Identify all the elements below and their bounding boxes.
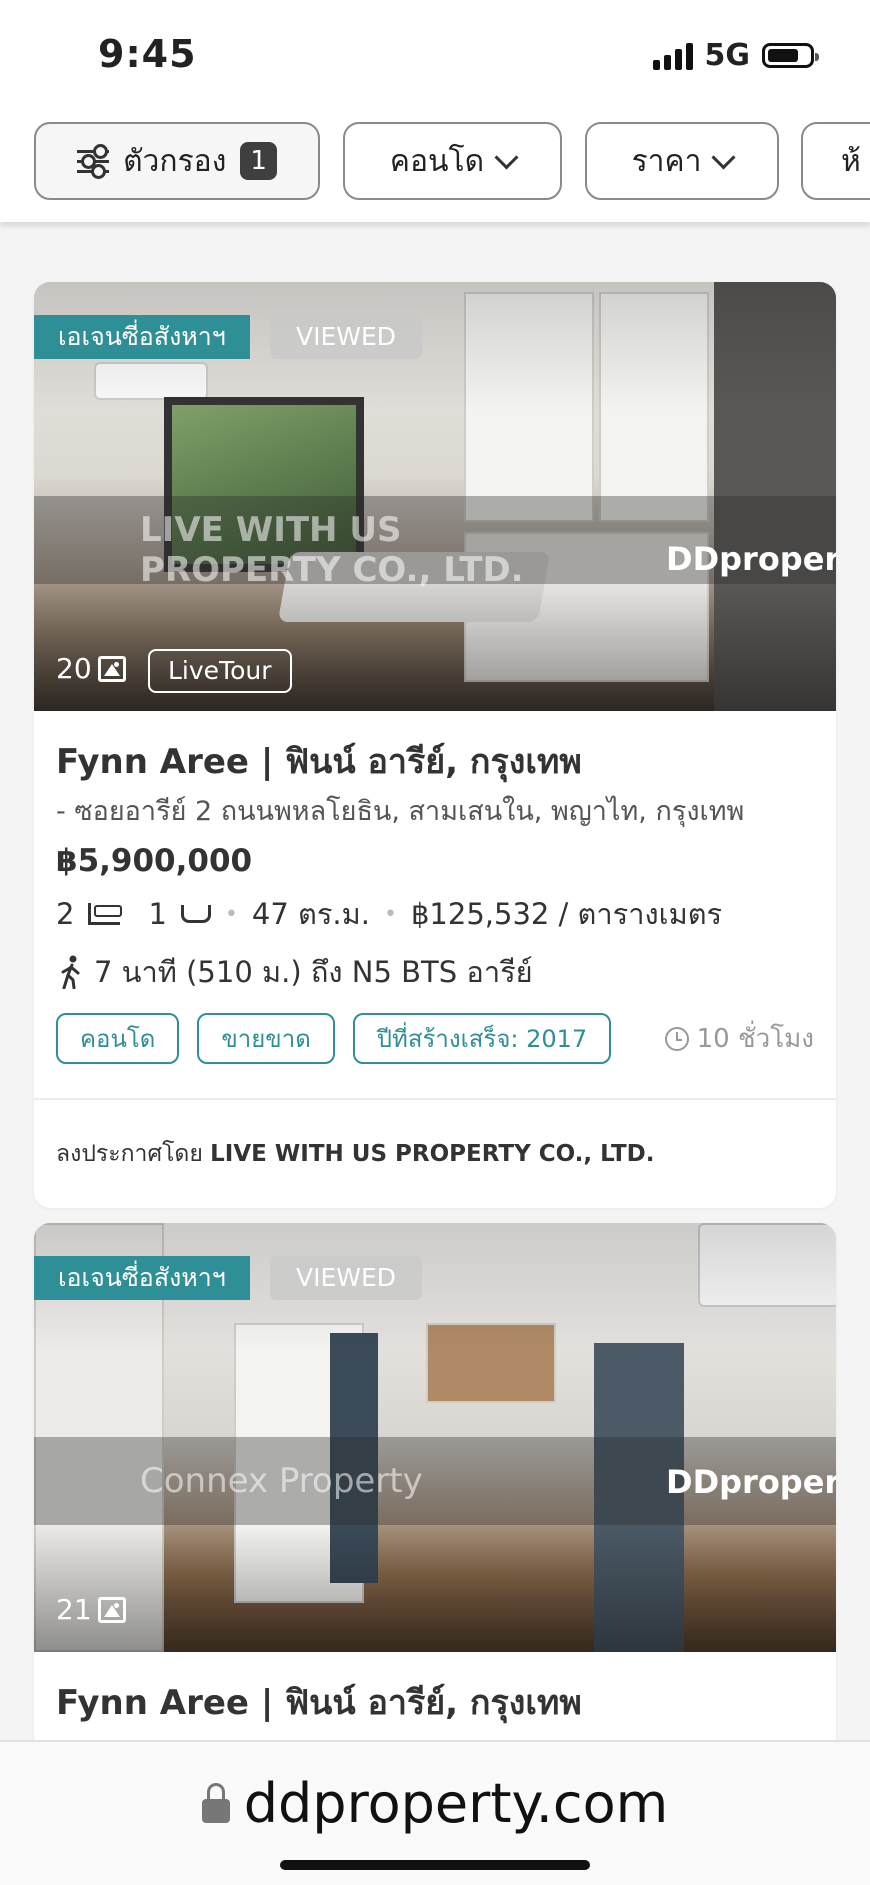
property-type-dropdown[interactable]: คอนโด bbox=[343, 122, 562, 200]
image-icon bbox=[97, 1596, 126, 1623]
photo-count-value: 21 bbox=[56, 1593, 92, 1626]
agency-name[interactable]: LIVE WITH US PROPERTY CO., LTD. bbox=[210, 1141, 654, 1167]
separator-dot: • bbox=[224, 901, 238, 927]
status-bar: 9:45 5G bbox=[0, 0, 870, 105]
listing-tags: คอนโด ขายขาด ปีที่สร้างเสร็จ: 2017 10 ชั… bbox=[56, 1013, 814, 1064]
listing-info: Fynn Aree | ฟินน์ อารีย์, กรุงเทพ bbox=[34, 1652, 836, 1726]
bedroom-count: 2 bbox=[56, 897, 75, 931]
battery-icon bbox=[762, 43, 819, 68]
watermark-logo: DDproper bbox=[656, 1457, 836, 1507]
price-dropdown[interactable]: ราคา bbox=[585, 122, 779, 200]
sliders-icon bbox=[77, 144, 110, 179]
photo-count-value: 20 bbox=[56, 652, 92, 685]
watermark-logo: DDproper bbox=[656, 534, 836, 584]
posted-by: ลงประกาศโดย LIVE WITH US PROPERTY CO., L… bbox=[34, 1100, 836, 1208]
chevron-down-icon bbox=[711, 144, 736, 170]
property-type-label: คอนโด bbox=[389, 143, 485, 179]
agent-tag: เอเจนซี่อสังหาฯ bbox=[34, 315, 250, 359]
browser-url-bar[interactable]: ddproperty.com bbox=[0, 1740, 870, 1885]
tag-property-type: คอนโด bbox=[56, 1013, 180, 1064]
watermark-logo-text: DDproper bbox=[666, 1463, 836, 1501]
url-display[interactable]: ddproperty.com bbox=[0, 1772, 870, 1835]
price-per-sqm: ฿125,532 / ตารางเมตร bbox=[410, 897, 723, 931]
network-type: 5G bbox=[704, 38, 751, 73]
listing-title[interactable]: Fynn Aree | ฟินน์ อารีย์, กรุงเทพ bbox=[56, 1680, 814, 1726]
chevron-down-icon bbox=[494, 144, 519, 170]
viewed-tag: VIEWED bbox=[270, 315, 423, 359]
posted-by-prefix: ลงประกาศโดย bbox=[56, 1141, 203, 1167]
filter-count-badge: 1 bbox=[240, 142, 277, 180]
status-time: 9:45 bbox=[98, 32, 197, 76]
listing-card[interactable]: Connex Property DDproper เอเจนซี่อสังหาฯ… bbox=[34, 1223, 836, 1783]
listing-photo[interactable]: LIVE WITH US PROPERTY CO., LTD. DDproper… bbox=[34, 282, 836, 711]
separator-dot: • bbox=[383, 901, 397, 927]
agent-tag: เอเจนซี่อสังหาฯ bbox=[34, 1256, 250, 1300]
bathroom-count: 1 bbox=[148, 897, 167, 931]
listing-title[interactable]: Fynn Aree | ฟินน์ อารีย์, กรุงเทพ bbox=[56, 739, 814, 785]
walking-icon bbox=[61, 955, 80, 989]
bathtub-icon bbox=[180, 905, 211, 923]
tag-year-built: ปีที่สร้างเสร็จ: 2017 bbox=[352, 1013, 612, 1064]
url-text: ddproperty.com bbox=[243, 1772, 669, 1835]
photo-count: 21 bbox=[56, 1593, 126, 1626]
watermark-text: LIVE WITH US PROPERTY CO., LTD. bbox=[140, 510, 524, 590]
filter-button[interactable]: ตัวกรอง 1 bbox=[34, 122, 320, 200]
image-icon bbox=[97, 655, 126, 682]
lock-icon bbox=[201, 1782, 230, 1823]
tag-tenure: ขายขาด bbox=[197, 1013, 335, 1064]
listing-card[interactable]: LIVE WITH US PROPERTY CO., LTD. DDproper… bbox=[34, 282, 836, 1208]
watermark-logo-text: DDproper bbox=[666, 540, 836, 578]
price-label: ราคา bbox=[631, 143, 702, 179]
unit-size: 47 ตร.ม. bbox=[251, 897, 370, 931]
signal-icon bbox=[652, 42, 693, 70]
listing-address: - ซอยอารีย์ 2 ถนนพหลโยธิน, สามเสนใน, พญา… bbox=[56, 796, 745, 827]
more-filter-chip[interactable]: ห้ bbox=[801, 122, 870, 200]
posted-time: 10 ชั่วโมง bbox=[664, 1018, 814, 1059]
transit-info: 7 นาที (510 ม.) ถึง N5 BTS อารีย์ bbox=[56, 949, 814, 995]
filter-bar: ตัวกรอง 1 คอนโด ราคา ห้ bbox=[0, 105, 870, 222]
posted-ago: 10 ชั่วโมง bbox=[696, 1024, 814, 1054]
viewed-tag: VIEWED bbox=[270, 1256, 423, 1300]
status-indicators: 5G bbox=[652, 38, 819, 73]
filter-label: ตัวกรอง bbox=[123, 143, 227, 179]
clock-icon bbox=[664, 1026, 689, 1051]
bed-icon bbox=[88, 903, 123, 925]
listing-photo[interactable]: Connex Property DDproper เอเจนซี่อสังหาฯ… bbox=[34, 1223, 836, 1652]
photo-count: 20 bbox=[56, 652, 126, 685]
livetour-badge[interactable]: LiveTour bbox=[148, 649, 292, 693]
transit-text: 7 นาที (510 ม.) ถึง N5 BTS อารีย์ bbox=[94, 955, 533, 989]
home-indicator[interactable] bbox=[280, 1860, 590, 1870]
listing-price: ฿5,900,000 bbox=[56, 843, 253, 879]
watermark-text: Connex Property bbox=[140, 1461, 423, 1501]
listing-specs: 2 1 • 47 ตร.ม. • ฿125,532 / ตารางเมตร bbox=[56, 891, 814, 937]
more-filter-label: ห้ bbox=[841, 143, 861, 179]
listing-info: Fynn Aree | ฟินน์ อารีย์, กรุงเทพ - ซอยอ… bbox=[34, 711, 836, 1064]
